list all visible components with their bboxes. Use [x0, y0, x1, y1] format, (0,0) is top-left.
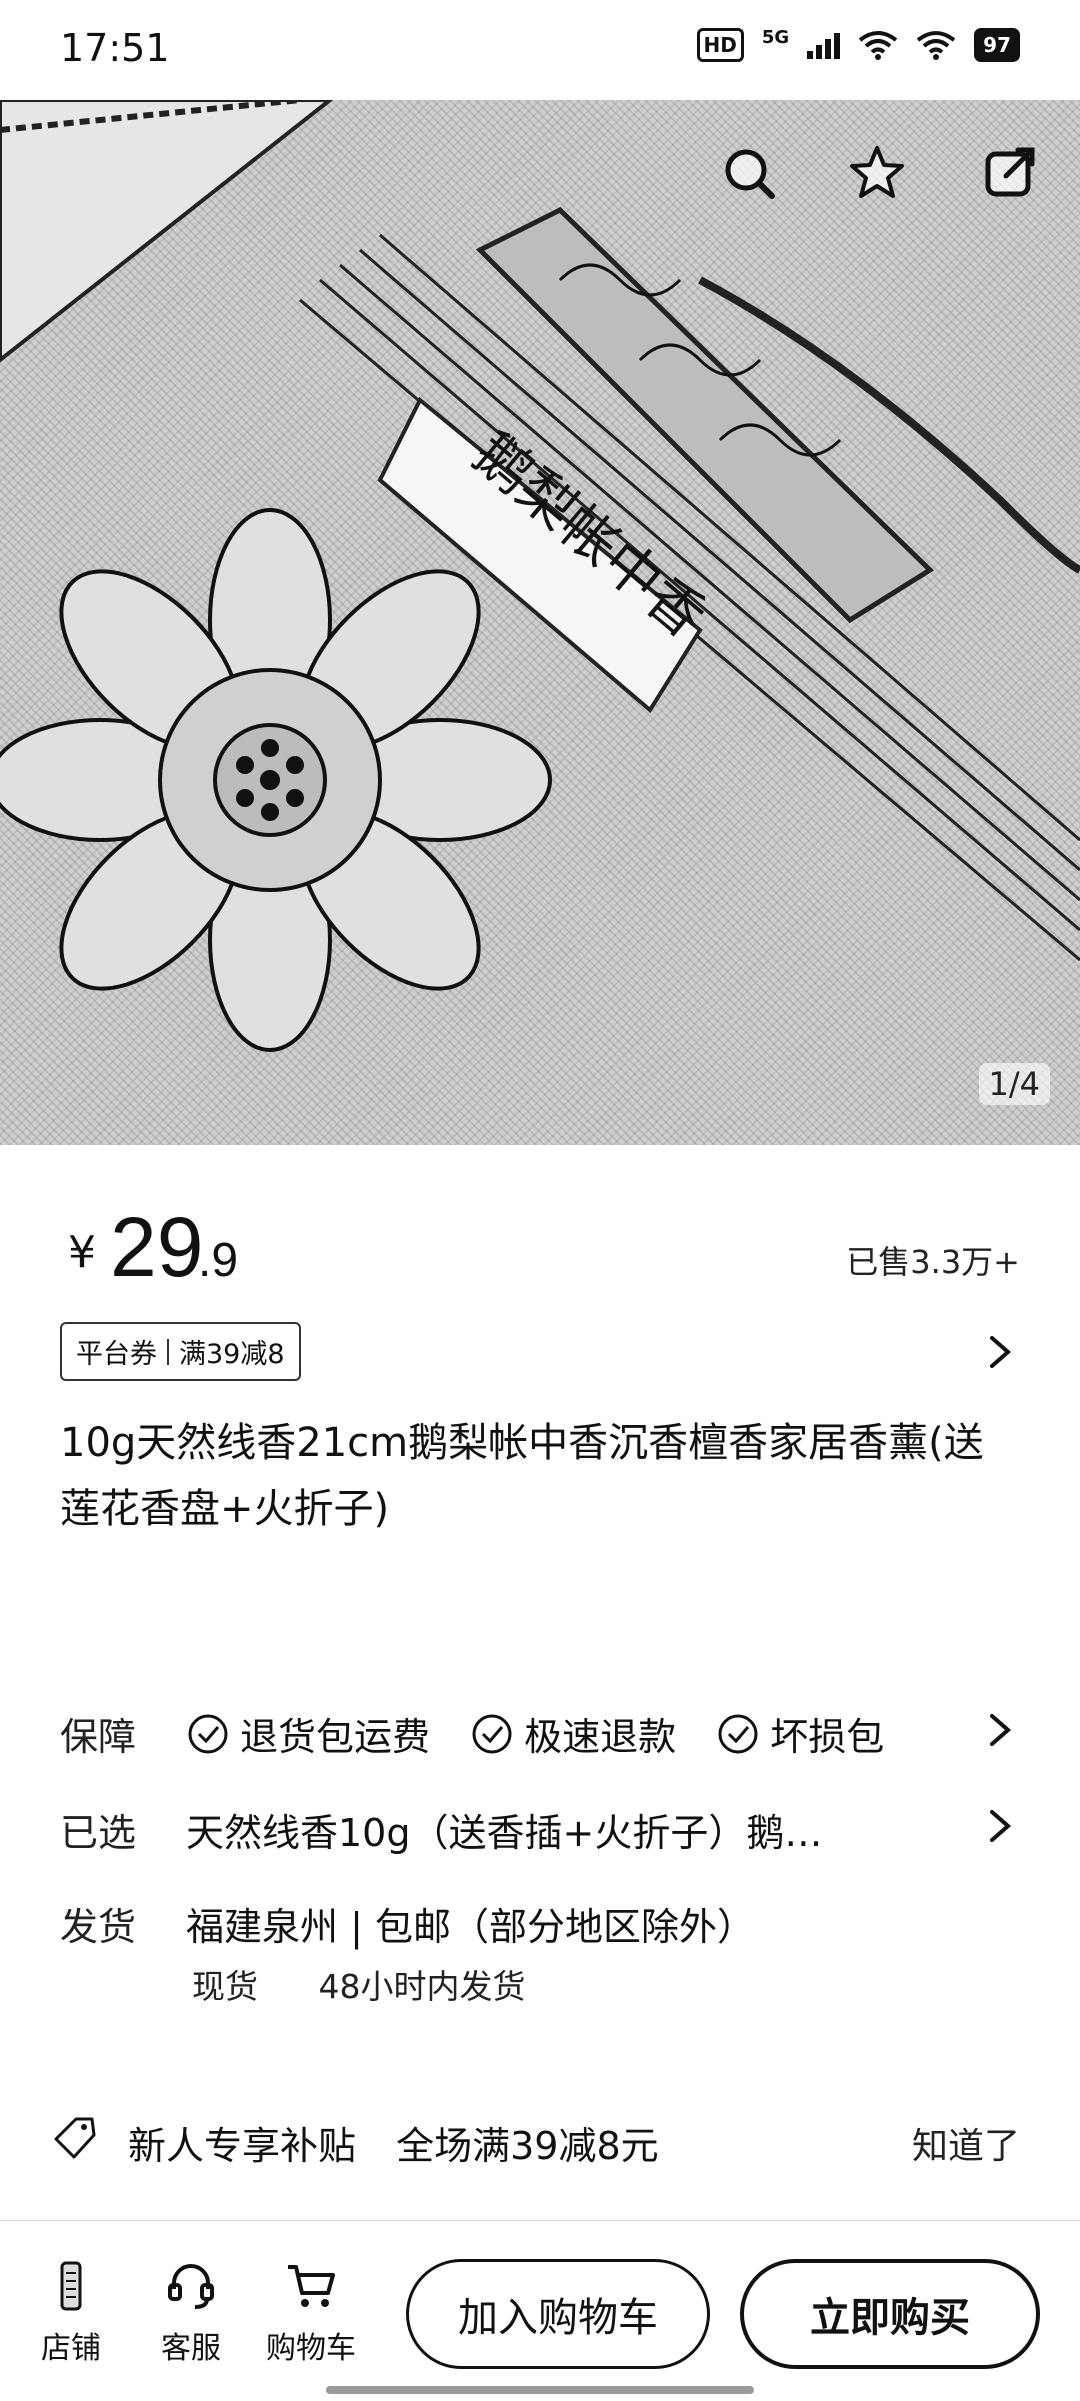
check-circle-icon: [718, 1714, 758, 1753]
currency-symbol: ¥: [68, 1227, 96, 1278]
chevron-right-icon[interactable]: [980, 1332, 1020, 1372]
shop-logo-icon: [60, 2261, 82, 2311]
headset-icon: [168, 2264, 214, 2309]
dismiss-promo-button[interactable]: 知道了: [912, 2117, 1020, 2169]
share-icon: [985, 147, 1035, 197]
price-integer: 29: [110, 1200, 204, 1294]
guarantee-item: 退货包运费: [186, 1706, 430, 1761]
home-indicator[interactable]: [326, 2386, 754, 2394]
stock-status: 现货: [192, 1967, 258, 2006]
shipping-details: 现货 48小时内发货: [192, 1960, 576, 2008]
guarantee-text: 坏损包: [770, 1715, 885, 1759]
search-icon: [725, 149, 775, 199]
battery-icon: 97: [974, 28, 1020, 62]
cart-button[interactable]: 购物车: [256, 2259, 366, 2367]
coupon-row[interactable]: 平台券 满39减8: [60, 1322, 1020, 1382]
share-button[interactable]: [976, 138, 1046, 208]
chevron-right-icon[interactable]: [980, 1710, 1020, 1750]
product-image-carousel[interactable]: 鹅梨帐中香 1/4: [0, 100, 1080, 1145]
shipping-value: 福建泉州 | 包邮（部分地区除外）: [186, 1905, 755, 1949]
selected-label: 已选: [60, 1811, 137, 1855]
coupon-tag-icon: [54, 2117, 96, 2159]
shopping-cart-icon: [288, 2265, 335, 2307]
chevron-right-icon[interactable]: [980, 1806, 1020, 1846]
coupon-badge[interactable]: 平台券 满39减8: [60, 1322, 301, 1381]
status-bar: 17:51 HD 5G 97: [0, 0, 1080, 100]
newbie-promo-banner: 新人专享补贴 全场满39减8元 知道了: [0, 2095, 1080, 2185]
shop-label: 店铺: [41, 2331, 101, 2366]
sold-count: 已售3.3万+: [846, 1243, 1020, 1281]
add-to-cart-button[interactable]: 加入购物车: [406, 2259, 710, 2369]
selected-option-row[interactable]: 已选 天然线香10g（送香插+火折子）鹅…: [60, 1796, 1020, 1856]
product-title: 10g天然线香21cm鹅梨帐中香沉香檀香家居香薰(送莲花香盘+火折子): [60, 1420, 984, 1532]
favorite-button[interactable]: [842, 138, 912, 208]
cart-label: 购物车: [266, 2331, 356, 2366]
check-circle-icon: [188, 1714, 228, 1753]
guarantee-item: 坏损包: [716, 1706, 884, 1761]
selected-value: 天然线香10g（送香插+火折子）鹅…: [186, 1811, 823, 1855]
status-time: 17:51: [60, 26, 170, 70]
promo-text: 新人专享补贴 全场满39减8元: [128, 2115, 687, 2170]
ship-time: 48小时内发货: [318, 1967, 526, 2006]
price-row: ¥ 29 .9 已售3.3万+: [60, 1200, 1020, 1295]
guarantee-list: 退货包运费 极速退款 坏损包: [186, 1706, 966, 1765]
coupon-divider: [167, 1338, 169, 1365]
check-circle-icon: [472, 1714, 512, 1753]
guarantee-label: 保障: [60, 1715, 137, 1759]
star-icon: [850, 146, 904, 198]
hd-icon: HD: [696, 28, 744, 62]
promo-detail: 全场满39减8元: [396, 2124, 659, 2168]
shipping-row: 发货 福建泉州 | 包邮（部分地区除外）: [60, 1890, 1020, 1950]
status-icons: HD 5G 97: [696, 26, 1020, 62]
service-label: 客服: [161, 2331, 221, 2366]
guarantee-row[interactable]: 保障 退货包运费 极速退款 坏损包: [60, 1700, 1020, 1760]
bottom-action-bar: 店铺 客服 购物车 加入购物车 立即购买: [0, 2220, 1080, 2401]
network-type-label: 5G: [761, 26, 790, 48]
guarantee-text: 极速退款: [524, 1715, 677, 1759]
shipping-label: 发货: [60, 1905, 137, 1949]
search-button[interactable]: [714, 138, 784, 208]
coupon-value: 满39减8: [179, 1339, 285, 1370]
product-photo: 鹅梨帐中香: [0, 100, 1080, 1052]
wifi-icon: [858, 31, 898, 60]
coupon-type: 平台券: [76, 1339, 157, 1370]
guarantee-text: 退货包运费: [240, 1715, 431, 1759]
wifi-icon-2: [916, 31, 956, 60]
guarantee-item: 极速退款: [470, 1706, 676, 1761]
price-decimal: .9: [198, 1234, 239, 1287]
promo-title: 新人专享补贴: [128, 2124, 357, 2168]
signal-icon: [807, 31, 841, 59]
customer-service-button[interactable]: 客服: [136, 2259, 246, 2367]
shop-button[interactable]: 店铺: [16, 2259, 126, 2367]
image-counter: 1/4: [978, 1063, 1050, 1105]
scrolled-content-peek: [60, 2185, 1020, 2207]
buy-now-button[interactable]: 立即购买: [740, 2259, 1040, 2369]
